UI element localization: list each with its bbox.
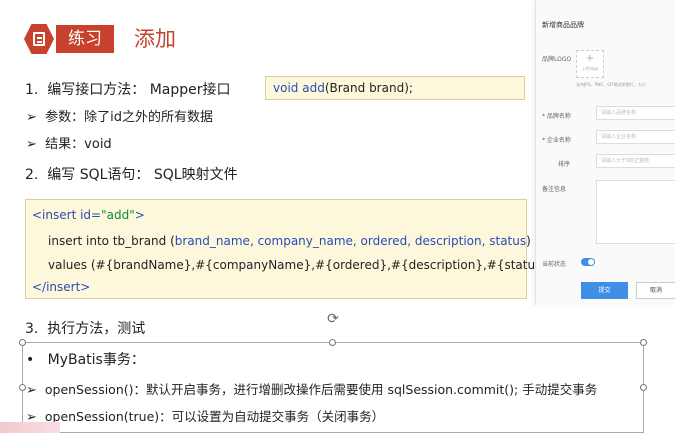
step-3-text: 执行方法，测试	[47, 321, 146, 337]
arrow-bullet-icon: ➢	[26, 137, 37, 152]
status-toggle[interactable]	[581, 258, 595, 266]
cancel-button[interactable]: 取消	[636, 282, 675, 299]
step-2: 2. 编写 SQL语句： SQL映射文件	[25, 167, 238, 183]
logo-label: 品牌LOGO	[542, 56, 572, 63]
dialog-title: 新增商品品牌	[542, 21, 584, 29]
resize-handle[interactable]	[329, 339, 336, 346]
page-title: 添加	[134, 27, 176, 51]
practice-tag: 练习	[56, 25, 114, 53]
brand-name-input[interactable]: 请输入品牌名称	[596, 106, 675, 120]
status-label: 当前状态	[542, 261, 567, 268]
sql-mapping-code: <insert id="add"> insert into tb_brand (…	[25, 199, 558, 299]
logo-upload-button[interactable]: + 上传logo	[576, 50, 604, 78]
step-3: 3. 执行方法，测试	[25, 321, 146, 337]
company-name-input[interactable]: 请输入企业名称	[596, 130, 675, 144]
list-item: • MyBatis事务：	[26, 352, 145, 368]
plus-icon: +	[585, 53, 595, 64]
order-label: 排序	[558, 161, 571, 168]
list-item: ➢ openSession(true)：可以设置为自动提交事务（关闭事务）	[26, 409, 385, 425]
resize-handle[interactable]	[19, 339, 26, 346]
list-item: ➢ openSession()：默认开启事务，进行增删改操作后需要使用 sqlS…	[26, 382, 598, 398]
resize-handle[interactable]	[640, 384, 647, 391]
order-input[interactable]: 请输入大于0的正整数	[596, 154, 675, 168]
description-textarea[interactable]	[596, 180, 675, 244]
decorative-strip	[0, 422, 60, 433]
list-item: ➢ 结果：void	[26, 137, 112, 152]
dot-bullet-icon: •	[26, 352, 35, 368]
arrow-bullet-icon: ➢	[26, 383, 37, 398]
description-label: 备注信息	[542, 186, 567, 193]
mapper-method-code: void add(Brand brand);	[265, 76, 525, 100]
resize-handle[interactable]	[640, 339, 647, 346]
resize-handle[interactable]	[19, 384, 26, 391]
brand-name-label: * 品牌名称	[542, 113, 571, 120]
step-2-text: 编写 SQL语句： SQL映射文件	[47, 167, 238, 183]
add-brand-dialog: 新增商品品牌 品牌LOGO + 上传logo 支持JPG、PNG、GIF格式的图片…	[535, 0, 675, 305]
arrow-bullet-icon: ➢	[26, 110, 37, 125]
upload-hint: 支持JPG、PNG、GIF格式的图片，大小	[576, 82, 646, 87]
list-item: ➢ 参数：除了id之外的所有数据	[26, 110, 214, 125]
company-name-label: * 企业名称	[542, 137, 571, 144]
step-1-text: 编写接口方法： Mapper接口	[47, 82, 231, 98]
rotate-handle-icon[interactable]: ⟳	[325, 311, 341, 327]
step-1: 1. 编写接口方法： Mapper接口	[25, 82, 231, 98]
practice-icon	[24, 24, 54, 54]
submit-button[interactable]: 提交	[581, 282, 628, 299]
